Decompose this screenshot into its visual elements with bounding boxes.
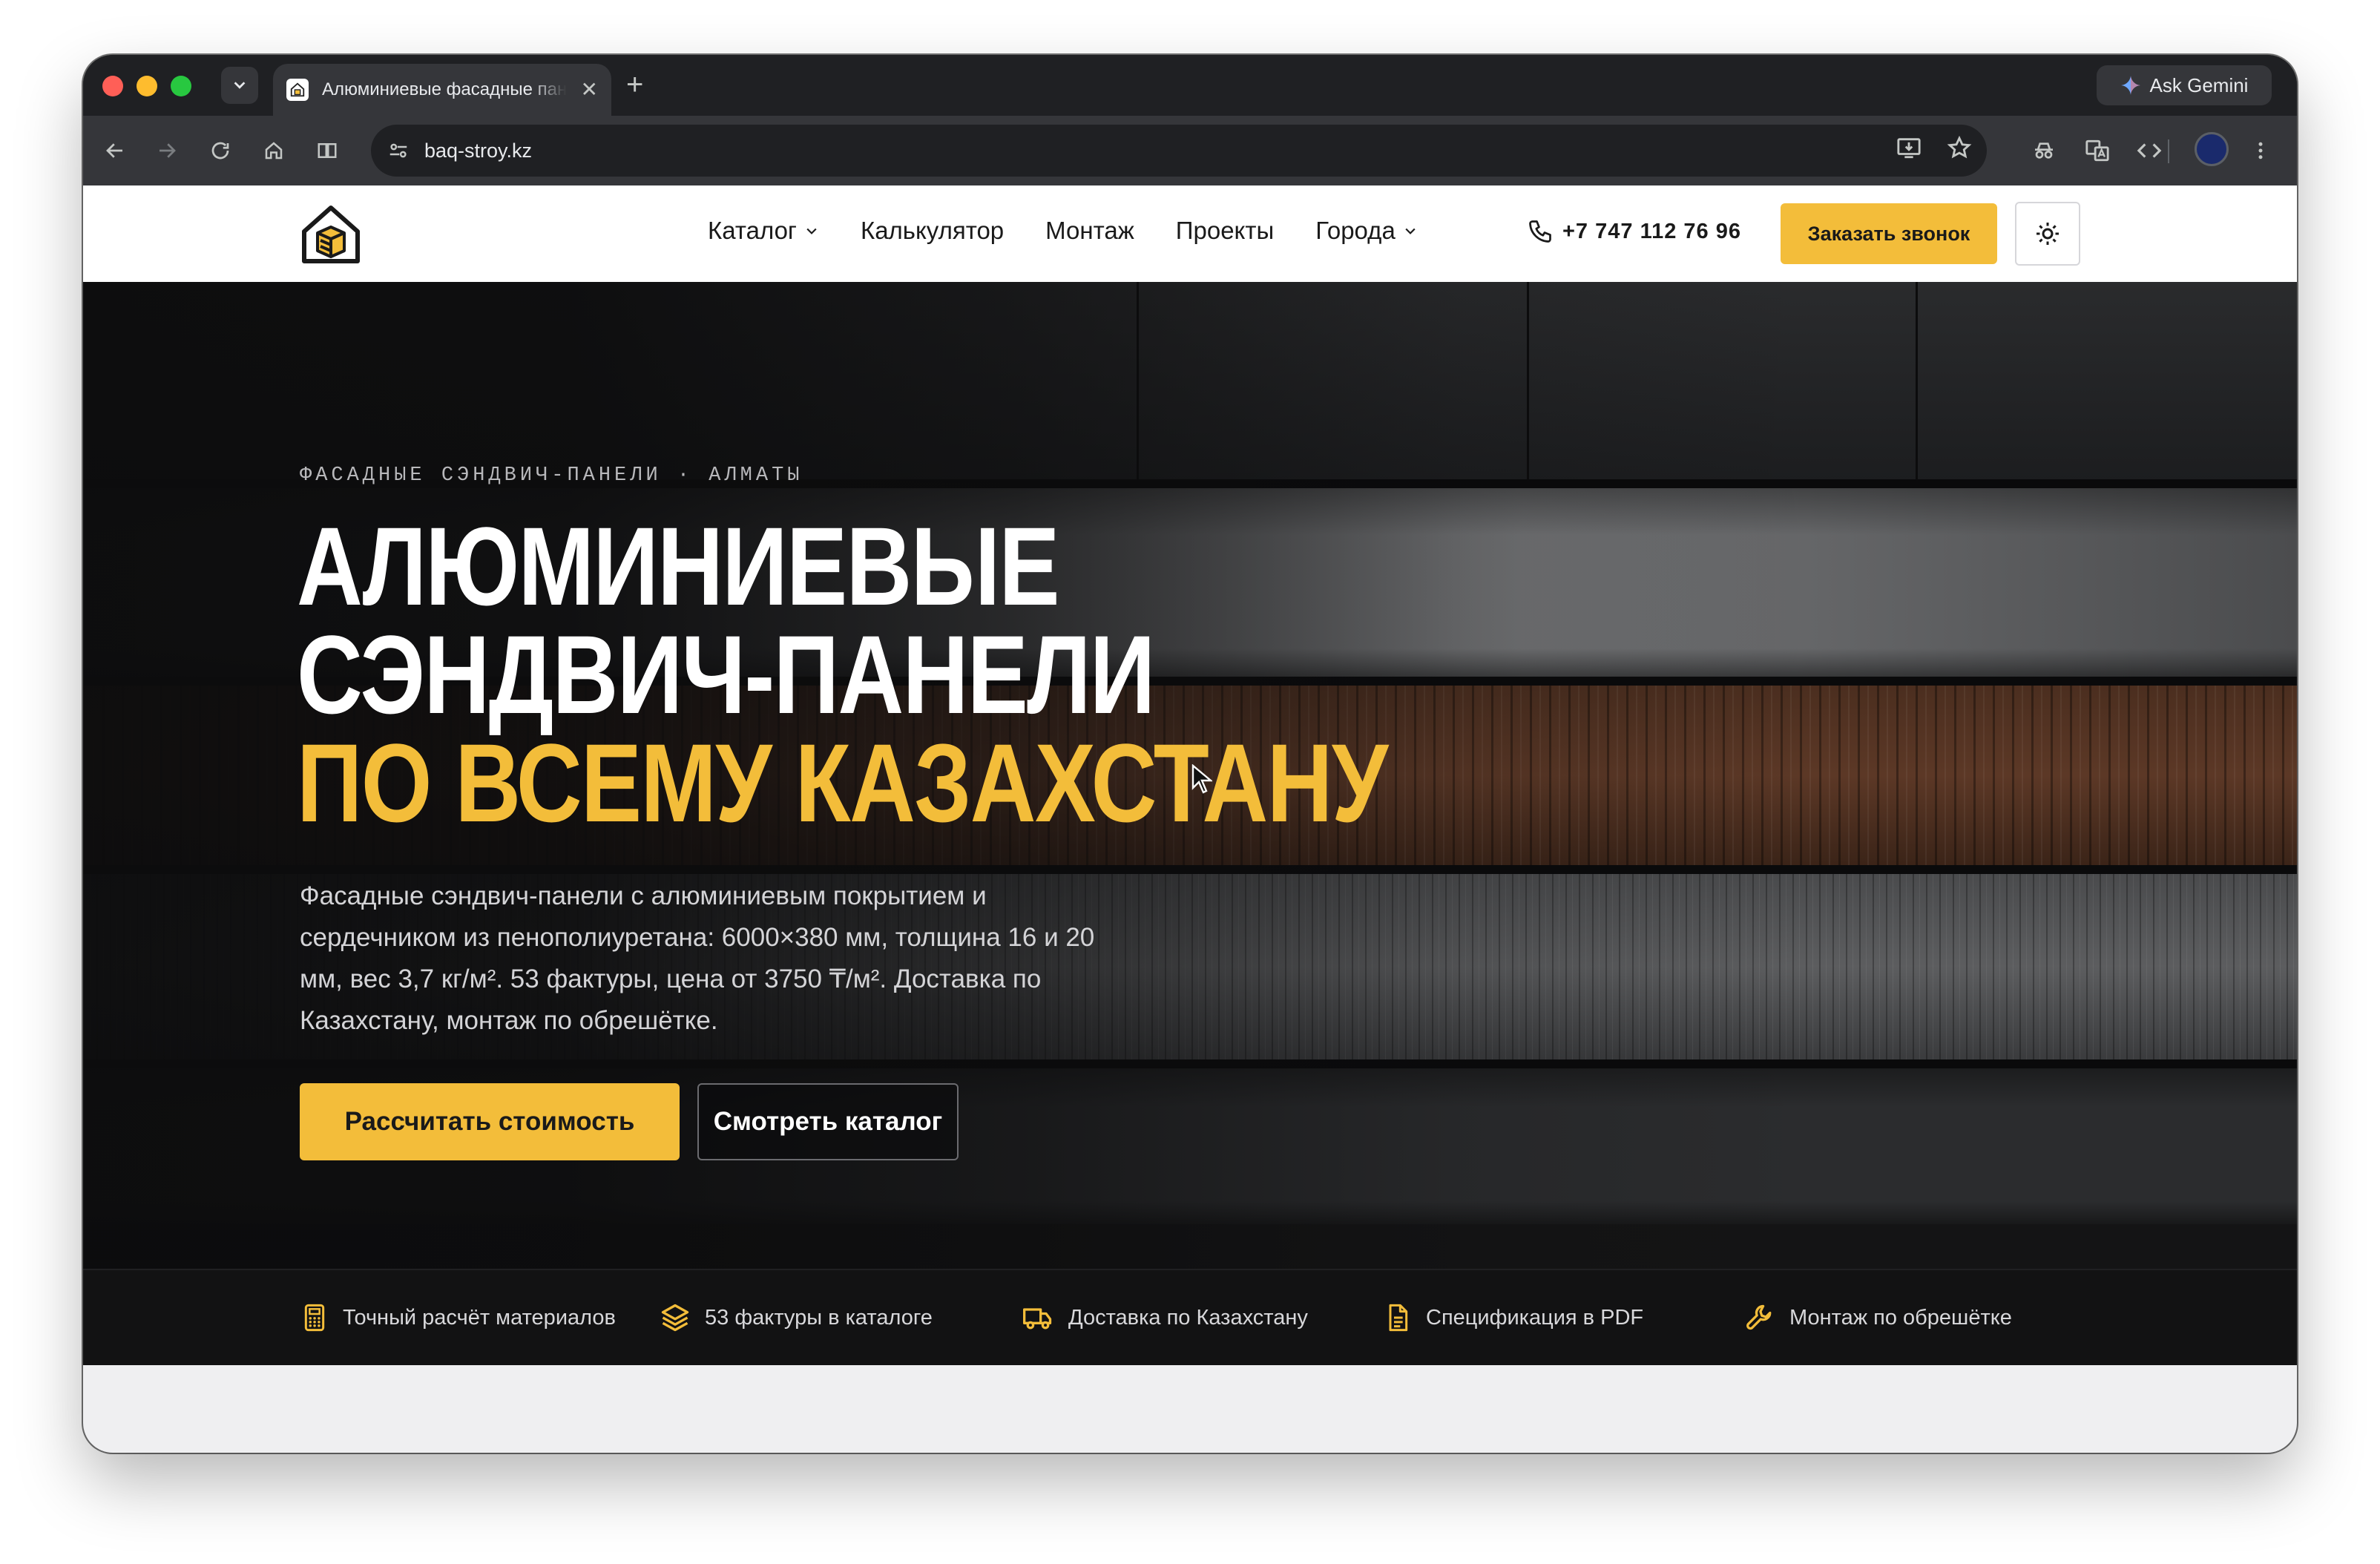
view-catalog-button[interactable]: Смотреть каталог xyxy=(697,1083,959,1160)
features-strip: Точный расчёт материалов 53 фактуры в ка… xyxy=(83,1269,2297,1365)
calculate-price-button[interactable]: Рассчитать стоимость xyxy=(300,1083,680,1160)
page-viewport: Каталог Калькулятор Монтаж Проекты Город… xyxy=(83,185,2297,1453)
feature-item: Монтаж по обрешётке xyxy=(1743,1301,2012,1334)
wrench-icon xyxy=(1746,1304,1772,1330)
toolbar-separator xyxy=(2168,139,2169,163)
browser-window: Алюминиевые фасадные панели ✕ + Ask Gemi… xyxy=(83,55,2297,1453)
hero-title: АЛЮМИНИЕВЫЕ СЭНДВИЧ-ПАНЕЛИ ПО ВСЕМУ КАЗА… xyxy=(297,504,1388,845)
phone-number: +7 747 112 76 96 xyxy=(1562,219,1741,243)
incognito-icon[interactable] xyxy=(2028,135,2060,166)
feature-item: Спецификация в PDF xyxy=(1383,1301,1643,1334)
address-bar[interactable]: baq-stroy.kz xyxy=(371,125,1987,177)
feature-item: Доставка по Казахстану xyxy=(1021,1301,1308,1334)
tab-search-button[interactable] xyxy=(221,67,258,104)
chevron-down-icon xyxy=(806,228,817,234)
ask-gemini-button[interactable]: Ask Gemini xyxy=(2097,65,2272,105)
nav-item-calculator[interactable]: Калькулятор xyxy=(861,217,1004,245)
sun-icon xyxy=(2037,223,2059,245)
site-info-icon[interactable] xyxy=(387,139,410,162)
translate-icon[interactable] xyxy=(2082,135,2113,166)
nav-item-label: Калькулятор xyxy=(860,217,1005,244)
mouse-cursor-icon xyxy=(1191,764,1212,794)
forward-icon[interactable] xyxy=(151,135,183,166)
install-app-icon[interactable] xyxy=(1896,135,1922,160)
hero-eyebrow: ФАСАДНЫЕ СЭНДВИЧ-ПАНЕЛИ · АЛМАТЫ xyxy=(300,464,803,487)
feature-label: 53 фактуры в каталоге xyxy=(705,1305,933,1330)
star-icon[interactable] xyxy=(1947,135,1972,160)
order-call-button[interactable]: Заказать звонок xyxy=(1781,203,1997,264)
hero-title-line-3: ПО ВСЕМУ КАЗАХСТАНУ xyxy=(297,720,1388,845)
feature-item: 53 фактуры в каталоге xyxy=(659,1301,933,1334)
ask-gemini-label: Ask Gemini xyxy=(2149,73,2249,96)
back-icon[interactable] xyxy=(99,135,131,166)
home-icon[interactable] xyxy=(258,135,289,166)
main-nav: Каталог Калькулятор Монтаж Проекты Город… xyxy=(708,217,1418,245)
hero-section: ФАСАДНЫЕ СЭНДВИЧ-ПАНЕЛИ · АЛМАТЫ АЛЮМИНИ… xyxy=(83,282,2297,1269)
nav-item-label: Города xyxy=(1315,217,1396,244)
url-text: baq-stroy.kz xyxy=(424,139,533,162)
theme-toggle-button[interactable] xyxy=(2015,202,2080,266)
chevron-down-icon xyxy=(1405,228,1416,234)
hero-title-line-2: СЭНДВИЧ-ПАНЕЛИ xyxy=(297,612,1155,737)
nav-item-cities[interactable]: Города xyxy=(1315,217,1418,245)
more-icon[interactable] xyxy=(2245,135,2276,166)
minimize-window-button[interactable] xyxy=(137,76,157,96)
feature-item: Точный расчёт материалов xyxy=(300,1301,616,1334)
nav-item-label: Проекты xyxy=(1175,217,1275,244)
site-logo-icon xyxy=(286,79,309,101)
layers-icon xyxy=(661,1304,689,1332)
devtools-icon[interactable] xyxy=(2134,135,2165,166)
plus-icon[interactable]: + xyxy=(626,70,643,99)
chevron-down-icon xyxy=(234,82,246,89)
maximize-window-button[interactable] xyxy=(171,76,191,96)
document-icon xyxy=(1389,1304,1408,1332)
phone-link[interactable]: +7 747 112 76 96 xyxy=(1527,218,1741,245)
feature-label: Монтаж по обрешётке xyxy=(1789,1305,2012,1330)
close-tab-icon[interactable]: ✕ xyxy=(581,79,598,100)
split-view-icon[interactable] xyxy=(312,135,343,166)
calculator-icon xyxy=(304,1304,325,1332)
reload-icon[interactable] xyxy=(205,135,236,166)
truck-icon xyxy=(1023,1308,1052,1330)
gemini-sparkle-icon xyxy=(2120,76,2140,95)
hero-title-line-1: АЛЮМИНИЕВЫЕ xyxy=(297,504,1060,628)
feature-label: Спецификация в PDF xyxy=(1426,1305,1644,1330)
close-window-button[interactable] xyxy=(102,76,123,96)
nav-item-projects[interactable]: Проекты xyxy=(1176,217,1274,245)
avatar[interactable] xyxy=(2195,132,2229,166)
site-header: Каталог Калькулятор Монтаж Проекты Город… xyxy=(83,185,2297,282)
tab-strip: Алюминиевые фасадные панели ✕ + Ask Gemi… xyxy=(83,55,2297,116)
browser-toolbar: baq-stroy.kz xyxy=(83,116,2297,185)
active-tab[interactable]: Алюминиевые фасадные панели ✕ xyxy=(273,64,611,116)
phone-icon xyxy=(1529,220,1551,243)
feature-label: Точный расчёт материалов xyxy=(343,1305,616,1330)
nav-item-installation[interactable]: Монтаж xyxy=(1045,217,1134,245)
nav-item-label: Монтаж xyxy=(1045,217,1134,244)
nav-item-label: Каталог xyxy=(708,217,797,244)
feature-label: Доставка по Казахстану xyxy=(1068,1305,1308,1330)
tab-title: Алюминиевые фасадные панели xyxy=(322,79,567,99)
hero-description: Фасадные сэндвич-панели с алюминиевым по… xyxy=(300,881,1095,1035)
site-logo[interactable] xyxy=(298,202,364,267)
nav-item-catalog[interactable]: Каталог xyxy=(708,217,819,245)
